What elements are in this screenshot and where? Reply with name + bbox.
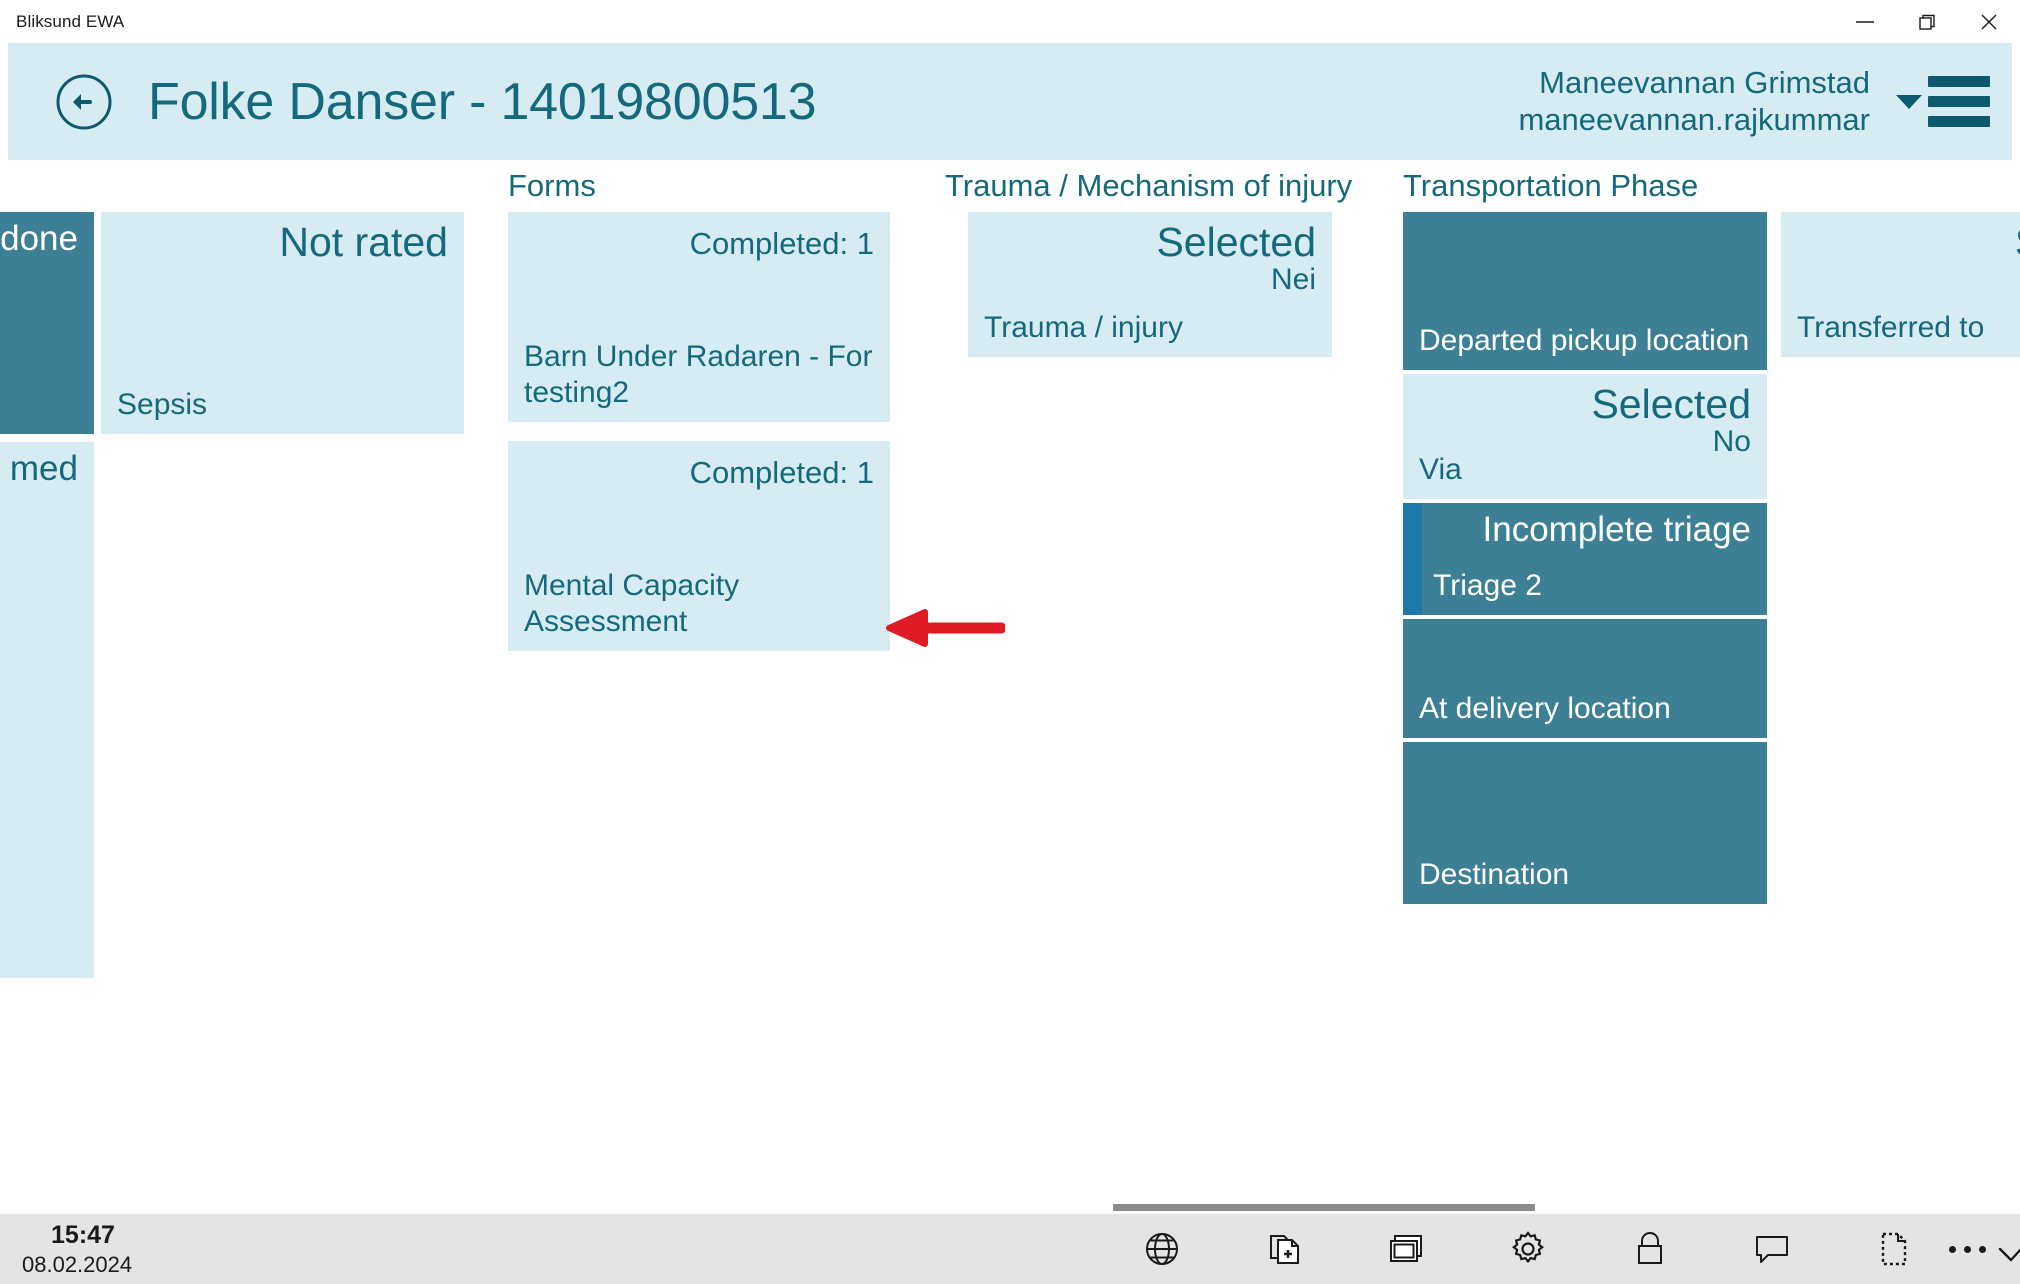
tile-triage-2[interactable]: Incomplete triage Triage 2 (1403, 503, 1767, 615)
tile-status-group: Incomplete triage (1483, 511, 1751, 549)
annotation-arrow-left (885, 608, 1007, 653)
restore-icon (1919, 14, 1935, 30)
back-arrow-icon (56, 74, 112, 129)
tile-destination[interactable]: Destination (1403, 742, 1767, 904)
bottom-toolbar: 15:47 08.02.2024 (0, 1214, 2020, 1284)
minimize-icon (1856, 20, 1874, 23)
tile-status: done (0, 219, 78, 258)
tile-clipped-transferred-to[interactable]: Se Transferred to (1781, 212, 2020, 357)
gear-icon (1512, 1231, 1544, 1264)
column-title-transportation-phase: Transportation Phase (1403, 168, 1699, 203)
tile-completed-count: Completed: 1 (689, 226, 874, 261)
lock-button[interactable] (1628, 1227, 1672, 1271)
user-info[interactable]: Maneevannan Grimstad maneevannan.rajkumm… (1518, 65, 1870, 138)
tile-label: Departed pickup location (1419, 324, 1750, 358)
settings-button[interactable] (1506, 1227, 1550, 1271)
tile-label: Destination (1419, 858, 1570, 892)
toolbar-icon-group (1140, 1214, 2020, 1284)
tile-clipped-done[interactable]: done (0, 212, 94, 434)
tile-via[interactable]: Selected No Via (1403, 374, 1767, 499)
more-ellipsis-icon (1964, 1245, 1971, 1253)
clock-date: 08.02.2024 (22, 1251, 133, 1277)
tile-at-delivery-location[interactable]: At delivery location (1403, 619, 1767, 738)
tile-status: Se (2015, 220, 2020, 265)
tile-departed-pickup-location[interactable]: Departed pickup location (1403, 212, 1767, 370)
dashed-document-button[interactable] (1872, 1227, 1916, 1271)
tile-label: Trauma / injury (984, 311, 1183, 345)
tile-label: Transferred to (1797, 311, 1985, 345)
hamburger-bar (1928, 76, 1990, 87)
application-window: Bliksund EWA Folke Danser - 14019800513 … (0, 0, 2020, 1284)
more-ellipsis-icon (1949, 1245, 1956, 1253)
checkmark-icon (1998, 1247, 2020, 1262)
page-title: Folke Danser - 14019800513 (148, 72, 817, 131)
minimize-button[interactable] (1834, 0, 1896, 43)
tile-trauma-injury[interactable]: Selected Nei Trauma / injury (968, 212, 1332, 357)
more-ellipsis-icon (1979, 1245, 1986, 1253)
tile-status: Incomplete triage (1482, 510, 1751, 549)
globe-icon (1146, 1233, 1178, 1265)
hamburger-bar (1928, 116, 1990, 127)
back-button[interactable] (54, 72, 114, 132)
confirm-button[interactable] (1994, 1227, 2020, 1271)
tile-status-group: Se (2015, 220, 2020, 265)
dashed-document-icon (1881, 1232, 1907, 1266)
tile-label: Triage 2 (1433, 569, 1542, 603)
windows-stack-icon (1390, 1235, 1422, 1262)
document-add-icon (1270, 1235, 1299, 1264)
app-header: Folke Danser - 14019800513 Maneevannan G… (8, 43, 2012, 160)
tile-status-group: done (0, 220, 78, 258)
restore-button[interactable] (1896, 0, 1958, 43)
tile-status: Selected (1591, 381, 1751, 427)
horizontal-scrollbar-track[interactable] (0, 1202, 2020, 1214)
tile-label: At delivery location (1419, 692, 1671, 726)
window-controls (1834, 0, 2020, 43)
document-add-button[interactable] (1262, 1227, 1306, 1271)
left-arrow-icon (886, 609, 1007, 647)
tile-form-barn-under-radaren[interactable]: Completed: 1 Barn Under Radaren - For te… (508, 212, 890, 422)
column-title-forms: Forms (508, 168, 596, 203)
header-right-group: Maneevannan Grimstad maneevannan.rajkumm… (1518, 65, 2012, 138)
tile-sepsis[interactable]: Not rated Sepsis (101, 212, 464, 434)
tile-clipped-med-upper[interactable]: med (0, 442, 94, 700)
chevron-down-icon[interactable] (1896, 94, 1922, 109)
lock-icon (1638, 1232, 1662, 1264)
tile-label: Sepsis (117, 388, 208, 422)
windows-stack-button[interactable] (1384, 1227, 1428, 1271)
tile-status: Selected (1156, 219, 1316, 265)
comment-button[interactable] (1750, 1227, 1794, 1271)
close-button[interactable] (1958, 0, 2020, 43)
hamburger-bar (1928, 96, 1990, 107)
hamburger-menu-icon[interactable] (1928, 76, 1990, 127)
window-titlebar: Bliksund EWA (0, 0, 2020, 43)
tile-clipped-med-lower[interactable] (0, 700, 94, 978)
tile-label: Mental Capacity Assessment (524, 568, 740, 639)
more-options-button[interactable] (1949, 1214, 1986, 1284)
clock-time: 15:47 (51, 1220, 115, 1249)
tile-status-group: Not rated (279, 219, 448, 265)
tile-status-group: Selected Nei (1156, 220, 1316, 297)
tile-status: Not rated (279, 219, 448, 265)
user-name: Maneevannan Grimstad (1539, 64, 1870, 100)
clock: 15:47 08.02.2024 (0, 1220, 190, 1279)
tile-accent-bar (1403, 503, 1422, 615)
close-icon (1981, 14, 1997, 29)
comment-icon (1756, 1236, 1788, 1263)
tile-status: med (9, 449, 78, 488)
user-login: maneevannan.rajkummar (1518, 101, 1870, 137)
horizontal-scrollbar-thumb[interactable] (1113, 1204, 1535, 1211)
tile-status-group: med (10, 450, 78, 488)
tile-completed-count: Completed: 1 (689, 455, 874, 490)
column-title-trauma: Trauma / Mechanism of injury (945, 168, 1353, 203)
tile-label: Via (1419, 453, 1462, 487)
tile-status-group: Selected No (1591, 382, 1751, 459)
tile-label: Barn Under Radaren - For testing2 (524, 339, 873, 410)
window-title: Bliksund EWA (16, 11, 125, 31)
tile-form-mental-capacity-assessment[interactable]: Completed: 1 Mental Capacity Assessment (508, 441, 890, 651)
tile-canvas: done med Not rated Sepsis Forms Complete… (0, 160, 2020, 1190)
globe-button[interactable] (1140, 1227, 1184, 1271)
tile-value: Nei (1270, 263, 1316, 297)
